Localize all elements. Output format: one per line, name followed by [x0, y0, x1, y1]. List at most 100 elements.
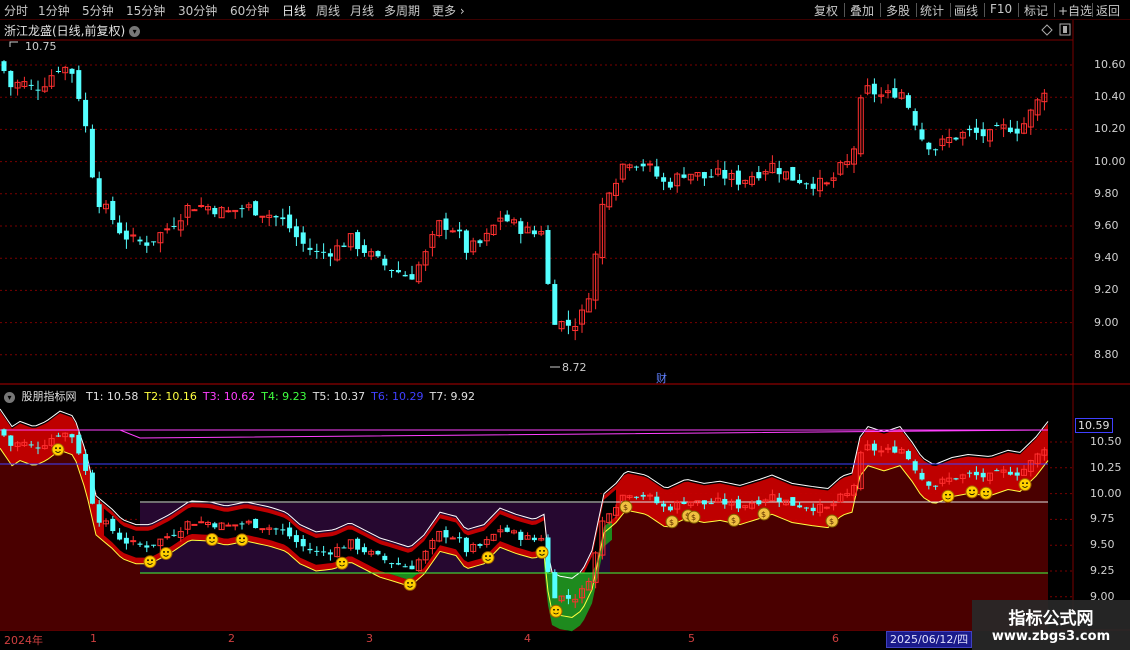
line-t3-seg: [0, 429, 1049, 439]
tab-daily[interactable]: 日线: [282, 2, 306, 19]
candle-body: [606, 513, 613, 524]
tab-more[interactable]: 更多 ›: [432, 2, 465, 19]
xaxis-label-month: 6: [832, 632, 839, 645]
candle-body: [946, 477, 953, 482]
candle-body: [490, 224, 497, 236]
main-candles: [1, 60, 1048, 341]
mark-button[interactable]: 标记: [1024, 2, 1048, 19]
money-bag-icon: [665, 515, 679, 529]
candle-body: [334, 547, 341, 558]
candle-body: [409, 565, 415, 570]
candle-body: [191, 209, 198, 212]
candle-body: [341, 245, 347, 247]
candle-body: [708, 176, 714, 178]
draw-line-button[interactable]: 画线: [954, 2, 978, 19]
kline-chart[interactable]: $$$ $ $$$ 10.758.72财: [0, 0, 1130, 650]
candle-body: [558, 595, 565, 602]
candle-body: [783, 499, 789, 506]
candle-body: [687, 173, 694, 181]
candle-body: [89, 472, 95, 504]
candle-body: [62, 66, 69, 74]
window-icon[interactable]: [1059, 23, 1071, 36]
indicator-legend: ▾ 股朋指标网 T1: 10.58 T2: 10.16 T3: 10.62 T4: 9…: [4, 388, 487, 404]
candle-body: [280, 529, 286, 531]
candle-body: [674, 501, 681, 510]
smiley-mouth: [339, 564, 345, 567]
candle-body: [722, 498, 728, 505]
smiley-eye: [987, 490, 989, 493]
candle-body: [28, 444, 34, 446]
candle-body: [967, 472, 973, 474]
tab-15min[interactable]: 15分钟: [126, 2, 165, 19]
candle-body: [640, 163, 646, 167]
tab-1min[interactable]: 1分钟: [38, 2, 70, 19]
candle-body: [1034, 453, 1041, 465]
candle-body: [762, 499, 769, 502]
candle-body: [382, 258, 388, 266]
tab-monthly[interactable]: 月线: [350, 2, 374, 19]
candle-body: [1007, 471, 1013, 475]
tab-multi-period[interactable]: 多周期: [384, 2, 420, 19]
chevron-right-icon: ›: [459, 4, 465, 18]
candle-body: [1034, 99, 1041, 116]
smiley-mouth: [485, 558, 491, 561]
candle-body: [871, 83, 877, 95]
diamond-icon[interactable]: [1041, 24, 1053, 36]
smiley-eye: [407, 582, 409, 584]
tab-fenshi[interactable]: 分时: [4, 2, 28, 19]
smiley-eye: [213, 537, 215, 539]
candle-body: [633, 496, 639, 498]
xaxis-label-month: 4: [524, 632, 531, 645]
candle-body: [613, 507, 619, 516]
candle-body: [443, 530, 449, 538]
candle-body: [504, 527, 510, 532]
candle-body: [144, 545, 150, 548]
candle-body: [769, 494, 776, 502]
candle-body: [280, 217, 286, 220]
overlay-button[interactable]: 叠加: [850, 2, 874, 19]
candle-body: [382, 555, 388, 561]
smiley-icon: [335, 556, 349, 570]
candle-body: [443, 218, 449, 230]
tab-60min[interactable]: 60分钟: [230, 2, 269, 19]
band-green: [544, 519, 612, 632]
candle-body: [552, 284, 558, 325]
candle-body: [878, 94, 885, 97]
stats-button[interactable]: 统计: [920, 2, 944, 19]
chevron-down-icon[interactable]: ▾: [129, 26, 141, 37]
candle-body: [946, 136, 953, 143]
candle-body: [14, 442, 21, 447]
fuquan-button[interactable]: 复权: [814, 2, 838, 19]
candle-body: [871, 443, 877, 451]
candle-body: [817, 177, 823, 192]
candle-body: [273, 215, 279, 218]
candle-body: [470, 240, 477, 253]
money-bag-icon: [757, 507, 771, 521]
smiley-eye: [243, 537, 245, 540]
smiley-icon: [481, 551, 495, 565]
back-button[interactable]: 返回: [1096, 2, 1120, 19]
yaxis-label: 9.75: [1090, 512, 1115, 526]
tab-5min[interactable]: 5分钟: [82, 2, 114, 19]
candle-body: [749, 502, 755, 509]
tab-weekly[interactable]: 周线: [316, 2, 340, 19]
stock-title-text: 浙江龙盛(日线,前复权): [4, 24, 126, 38]
candle-body: [55, 435, 61, 437]
candle-body: [457, 229, 463, 232]
candle-body: [483, 539, 490, 545]
chevron-down-icon[interactable]: ▾: [4, 391, 15, 403]
candle-body: [905, 451, 911, 460]
candle-body: [912, 461, 918, 471]
tab-30min[interactable]: 30分钟: [178, 2, 217, 19]
add-favorite-button[interactable]: +自选: [1058, 2, 1092, 19]
yaxis-label: 9.50: [1090, 538, 1115, 552]
divider: [1018, 3, 1019, 17]
candle-body: [436, 220, 443, 236]
smiley-eye: [147, 559, 149, 562]
candle-body: [756, 172, 762, 179]
f10-button[interactable]: F10: [990, 2, 1012, 16]
multi-stock-button[interactable]: 多股: [886, 2, 910, 19]
smiley-mouth: [969, 493, 975, 496]
band-red: [0, 411, 1048, 618]
candle-body: [212, 207, 218, 215]
